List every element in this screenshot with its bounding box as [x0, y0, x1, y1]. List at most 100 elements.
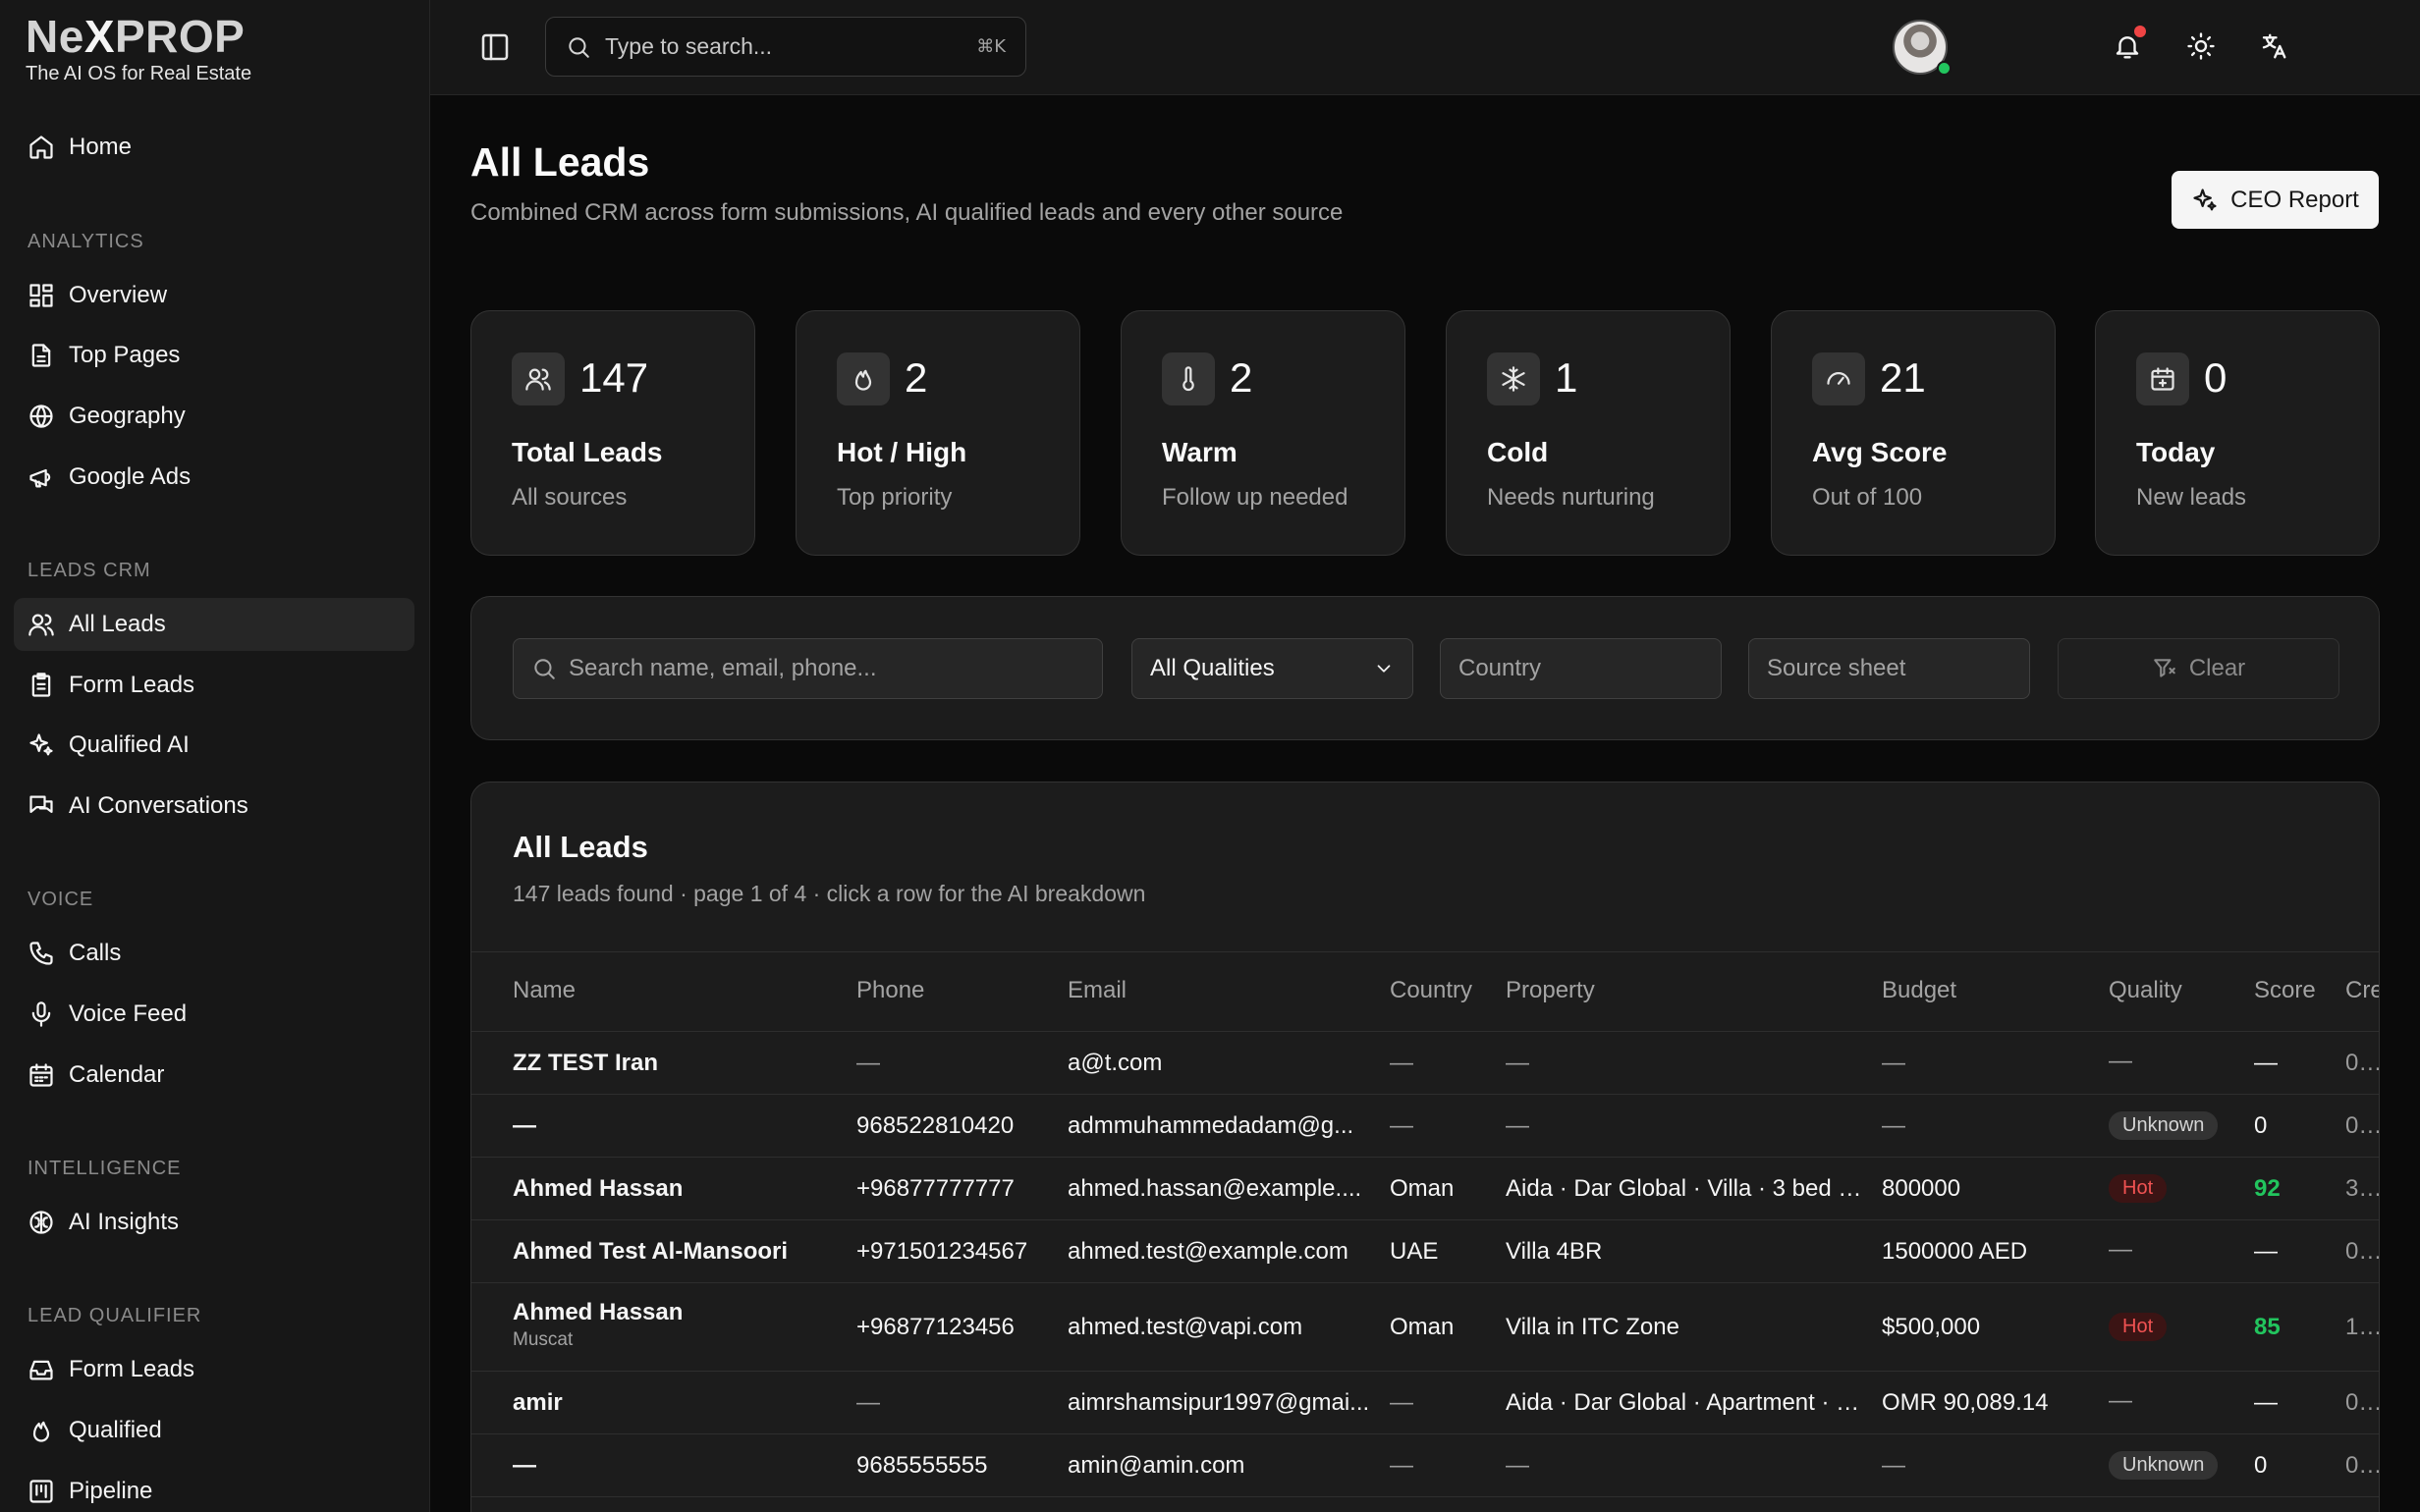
clear-filters-button[interactable]: Clear [2058, 638, 2339, 699]
global-search-input[interactable]: Type to search... ⌘K [545, 17, 1026, 77]
col-header-property[interactable]: Property [1506, 977, 1595, 1004]
group-label-intelligence: INTELLIGENCE [28, 1158, 182, 1179]
col-header-email[interactable]: Email [1068, 977, 1127, 1004]
cell-created: 01 J [2345, 1389, 2379, 1416]
cell-country: — [1390, 1452, 1413, 1479]
notifications-button[interactable] [2113, 26, 2146, 61]
group-label-voice: VOICE [28, 889, 94, 910]
sidebar-item-overview[interactable]: Overview [14, 269, 414, 322]
cell-created: 03 N [2345, 1452, 2379, 1479]
megaphone-icon [29, 468, 51, 488]
table-row[interactable]: Ahmed Hassan +96877777777 ahmed.hassan@exa… [471, 1158, 2379, 1220]
messages-icon [29, 795, 53, 813]
stat-value: 2 [1230, 354, 1253, 401]
col-header-country[interactable]: Country [1390, 977, 1472, 1004]
cell-name: — [513, 1452, 847, 1480]
quality-badge: Unknown [2109, 1111, 2219, 1140]
flame-icon [854, 369, 872, 391]
stat-value: 147 [579, 354, 649, 401]
table-row[interactable]: — 9685555555 amin@amin.com — — — 03 N Unknown 0 [471, 1434, 2379, 1497]
sidebar-item-label: Top Pages [69, 342, 181, 368]
col-header-created[interactable]: Cre [2345, 977, 2379, 1004]
language-button[interactable] [2259, 31, 2288, 61]
calendar-icon [29, 1063, 53, 1087]
sidebar-item-all-leads[interactable]: All Leads [14, 598, 414, 651]
cell-budget: — [1882, 1112, 1905, 1139]
col-header-quality[interactable]: Quality [2109, 977, 2182, 1004]
col-header-budget[interactable]: Budget [1882, 977, 1956, 1004]
snowflake-icon [1502, 366, 1525, 392]
cell-phone: — [856, 1389, 880, 1416]
table-row[interactable]: Ahmed Test Al-Mansoori +971501234567 ahmed… [471, 1220, 2379, 1283]
theme-toggle-button[interactable] [2186, 31, 2216, 61]
cell-quality: — [2109, 1048, 2246, 1075]
stat-value: 0 [2204, 354, 2228, 401]
search-icon [569, 36, 589, 58]
col-header-name[interactable]: Name [513, 977, 576, 1004]
cell-property: — [1506, 1452, 1529, 1479]
sidebar-item-ai-conversations[interactable]: AI Conversations [14, 780, 414, 833]
sidebar-item-label: Geography [69, 403, 186, 429]
sidebar-item-label: Qualified AI [69, 731, 190, 758]
stat-sub: Out of 100 [1812, 484, 1923, 511]
cell-budget: OMR 90,089.14 [1882, 1389, 2049, 1416]
cell-name: amir [513, 1389, 847, 1417]
cell-created: 02 J [2345, 1050, 2379, 1076]
quality-badge: Hot [2109, 1174, 2168, 1203]
sidebar-item-qualifier-form-leads[interactable]: Form Leads [14, 1343, 414, 1396]
sidebar-item-label: AI Insights [69, 1209, 180, 1235]
table-row[interactable]: — 968522810420 admmuhammedadam@g... — — — 03 N… [471, 1095, 2379, 1158]
cell-created: 31 M [2345, 1175, 2379, 1202]
stat-sub: Top priority [837, 484, 953, 511]
sidebar-item-pipeline[interactable]: Pipeline [14, 1465, 414, 1512]
ceo-report-button[interactable]: CEO Report [2172, 171, 2379, 229]
brand-logo[interactable]: NeXPROP The AI OS for Real Estate [26, 14, 251, 85]
stat-card-today: 0 Today New leads [2095, 310, 2380, 556]
sidebar-item-voice-feed[interactable]: Voice Feed [14, 988, 414, 1041]
lead-name: ZZ TEST Iran [513, 1050, 659, 1076]
panel-left-icon [481, 33, 509, 61]
sidebar-item-qualified-ai[interactable]: Qualified AI [14, 719, 414, 772]
sidebar-item-home[interactable]: Home [14, 121, 414, 174]
filter-x-icon [2154, 659, 2175, 677]
col-header-score[interactable]: Score [2254, 977, 2316, 1004]
country-placeholder: Country [1458, 655, 1542, 681]
stat-sub: Follow up needed [1162, 484, 1348, 511]
page-title: All Leads [470, 139, 650, 185]
globe-icon [29, 405, 53, 428]
stat-label: Avg Score [1812, 437, 1948, 467]
lead-search-input[interactable]: Search name, email, phone... [513, 638, 1103, 699]
table-row[interactable]: Ahmed Hassan Muscat +96877123456 ahmed.test… [471, 1283, 2379, 1372]
sidebar-item-label: Voice Feed [69, 1000, 188, 1027]
lead-location: Muscat [513, 1329, 574, 1350]
sidebar-item-ai-insights[interactable]: AI Insights [14, 1196, 414, 1249]
brain-icon [29, 1211, 53, 1234]
cell-email: ahmed.test@vapi.com [1068, 1314, 1303, 1340]
quality-select[interactable]: All Qualities [1131, 638, 1413, 699]
source-sheet-input[interactable]: Source sheet [1748, 638, 2030, 699]
sidebar: NeXPROP The AI OS for Real Estate Home A… [0, 0, 430, 1512]
cell-phone: +96877777777 [856, 1175, 1015, 1202]
sidebar-item-calls[interactable]: Calls [14, 927, 414, 980]
sidebar-item-top-pages[interactable]: Top Pages [14, 329, 414, 382]
sidebar-item-form-leads[interactable]: Form Leads [14, 659, 414, 712]
sidebar-item-label: Form Leads [69, 1356, 195, 1382]
sidebar-item-google-ads[interactable]: Google Ads [14, 451, 414, 504]
table-row[interactable]: ZZ TEST Iran — a@t.com — — — 02 J — — [471, 1032, 2379, 1095]
stat-value: 1 [1555, 354, 1578, 401]
cell-name: — [513, 1112, 847, 1140]
stat-label: Hot / High [837, 437, 967, 467]
col-header-phone[interactable]: Phone [856, 977, 924, 1004]
sparkles-icon [29, 733, 53, 756]
stat-label: Today [2136, 437, 2216, 467]
cell-name: Ahmed Hassan Muscat [513, 1299, 847, 1351]
country-filter-input[interactable]: Country [1440, 638, 1722, 699]
sidebar-item-qualified[interactable]: Qualified [14, 1404, 414, 1457]
sidebar-item-geography[interactable]: Geography [14, 390, 414, 443]
stat-sub: New leads [2136, 484, 2247, 511]
sidebar-toggle-button[interactable] [479, 31, 511, 63]
group-label-analytics: ANALYTICS [28, 231, 144, 252]
sidebar-item-calendar[interactable]: Calendar [14, 1049, 414, 1102]
table-row[interactable]: amir — aimrshamsipur1997@gmai... — Aida · Da… [471, 1372, 2379, 1434]
kanban-icon [29, 1480, 53, 1503]
